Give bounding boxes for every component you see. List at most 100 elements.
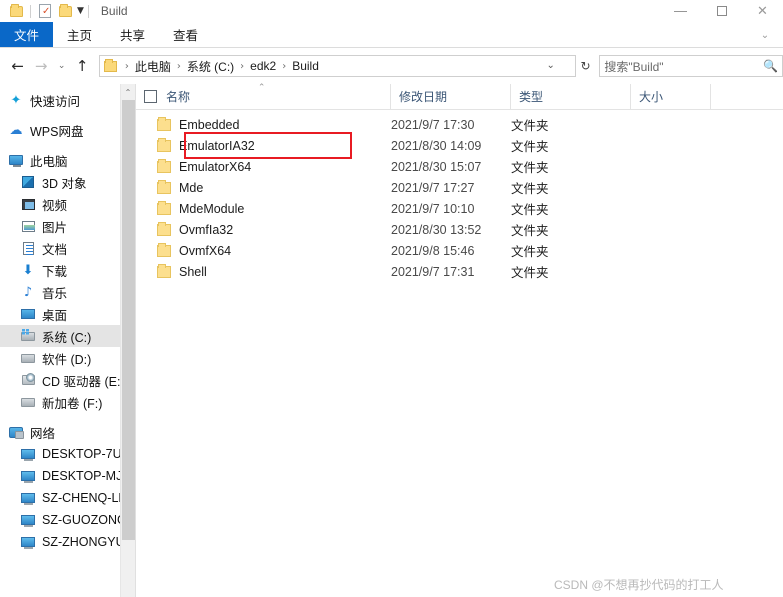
column-header-size[interactable]: 大小 — [631, 84, 711, 109]
column-header-date-label: 修改日期 — [399, 90, 448, 104]
table-row[interactable]: MdeModule 2021/9/7 10:10 文件夹 — [136, 198, 783, 219]
breadcrumb-item-3[interactable]: Build — [291, 59, 320, 73]
address-dropdown-icon[interactable]: ⌄ — [546, 60, 554, 71]
sidebar-item-label: 下载 — [42, 264, 68, 279]
file-name-cell[interactable]: EmulatorX64 — [136, 158, 391, 174]
file-date-cell: 2021/8/30 14:09 — [391, 138, 482, 153]
table-row[interactable]: EmulatorIA32 2021/8/30 14:09 文件夹 — [136, 135, 783, 156]
maximize-button[interactable] — [701, 0, 742, 22]
sidebar-item-18[interactable]: SZ-GUOZONG- — [0, 509, 135, 531]
breadcrumb-item-1[interactable]: 系统 (C:) — [186, 58, 235, 75]
recent-locations-button[interactable]: ⌄ — [53, 54, 71, 78]
column-header-date[interactable]: 修改日期 — [391, 84, 511, 109]
table-row[interactable]: Shell 2021/9/7 17:31 文件夹 — [136, 261, 783, 282]
file-type-cell: 文件夹 — [511, 245, 549, 259]
sidebar-item-0[interactable]: ✦ 快速访问 — [0, 89, 135, 111]
table-row[interactable]: Mde 2021/9/7 17:27 文件夹 — [136, 177, 783, 198]
scrollbar-thumb[interactable] — [122, 100, 135, 540]
breadcrumb-item-0[interactable]: 此电脑 — [134, 58, 172, 75]
file-name-label: OvmfX64 — [179, 243, 232, 258]
tab-home-label: 主页 — [67, 29, 93, 43]
search-input[interactable]: 搜索"Build" 🔍 — [599, 55, 783, 77]
sidebar-item-11[interactable]: 软件 (D:) — [0, 347, 135, 369]
window-controls: — ✕ — [660, 0, 783, 22]
file-rows: Embedded 2021/9/7 17:30 文件夹 EmulatorIA32 202… — [136, 110, 783, 282]
nav-group-spacer — [0, 141, 135, 149]
sidebar-item-8[interactable]: ♪ 音乐 — [0, 281, 135, 303]
computer-icon — [18, 446, 38, 462]
column-header-type[interactable]: 类型 — [511, 84, 631, 109]
sidebar-item-3[interactable]: 3D 对象 — [0, 171, 135, 193]
tab-view[interactable]: 查看 — [159, 22, 212, 47]
file-name-cell[interactable]: EmulatorIA32 — [136, 137, 391, 153]
maximize-icon — [716, 6, 727, 16]
sidebar-item-19[interactable]: SZ-ZHONGYU — [0, 531, 135, 553]
file-type-cell: 文件夹 — [511, 182, 549, 196]
up-button[interactable]: ↑ — [70, 54, 93, 78]
refresh-button[interactable]: ↻ — [576, 55, 596, 77]
sidebar-item-label: 音乐 — [42, 286, 68, 301]
file-type-cell: 文件夹 — [511, 161, 549, 175]
file-date-cell: 2021/9/7 17:30 — [391, 117, 475, 132]
file-name-cell[interactable]: Embedded — [136, 116, 391, 132]
table-row[interactable]: Embedded 2021/9/7 17:30 文件夹 — [136, 114, 783, 135]
file-name-cell[interactable]: Mde — [136, 179, 391, 195]
breadcrumb[interactable]: › 此电脑 › 系统 (C:) › edk2 › Build ⌄ — [98, 55, 576, 77]
tab-file[interactable]: 文件 — [0, 22, 54, 47]
file-name-label: MdeModule — [179, 201, 245, 216]
scroll-up-icon[interactable]: ⌃ — [121, 84, 135, 100]
customize-caret-icon[interactable]: ▼ — [77, 6, 84, 16]
folder-icon — [157, 200, 171, 215]
breadcrumb-separator-0: › — [124, 60, 129, 72]
new-folder-icon[interactable] — [55, 1, 75, 21]
sidebar-item-15[interactable]: DESKTOP-7UBA — [0, 443, 135, 465]
breadcrumb-item-2[interactable]: edk2 — [249, 59, 277, 73]
file-date-cell: 2021/8/30 13:52 — [391, 222, 482, 237]
sidebar-item-9[interactable]: 桌面 — [0, 303, 135, 325]
sidebar-item-label: 文档 — [42, 242, 68, 257]
back-button[interactable]: ← — [6, 54, 29, 78]
properties-icon[interactable]: ✓ — [35, 1, 55, 21]
watermark: CSDN @不想再抄代码的打工人 — [554, 578, 724, 592]
sidebar-item-17[interactable]: SZ-CHENQ-LPC — [0, 487, 135, 509]
3d-objects-icon — [18, 174, 38, 190]
search-icon[interactable]: 🔍 — [763, 59, 778, 73]
toolbar-divider — [30, 4, 31, 18]
file-date-cell: 2021/9/7 17:27 — [391, 180, 475, 195]
sidebar-item-10[interactable]: 系统 (C:) — [0, 325, 135, 347]
folder-icon — [157, 116, 171, 131]
sidebar-item-13[interactable]: 新加卷 (F:) — [0, 391, 135, 413]
table-row[interactable]: OvmfIa32 2021/8/30 13:52 文件夹 — [136, 219, 783, 240]
file-name-label: EmulatorIA32 — [179, 138, 255, 153]
sidebar-item-2[interactable]: 此电脑 — [0, 149, 135, 171]
sidebar-item-1[interactable]: ☁ WPS网盘 — [0, 119, 135, 141]
file-name-cell[interactable]: MdeModule — [136, 200, 391, 216]
sidebar-item-4[interactable]: 视频 — [0, 193, 135, 215]
tab-home[interactable]: 主页 — [53, 22, 106, 47]
sidebar-item-14[interactable]: 网络 — [0, 421, 135, 443]
navigation-scrollbar[interactable]: ⌃ — [120, 84, 135, 597]
folder-icon[interactable] — [6, 1, 26, 21]
column-header-name[interactable]: 名称 ⌃ — [136, 83, 391, 109]
table-row[interactable]: EmulatorX64 2021/8/30 15:07 文件夹 — [136, 156, 783, 177]
file-name-cell[interactable]: OvmfIa32 — [136, 221, 391, 237]
forward-button[interactable]: → — [29, 54, 52, 78]
sidebar-item-16[interactable]: DESKTOP-MJ15 — [0, 465, 135, 487]
file-date-cell: 2021/8/30 15:07 — [391, 159, 482, 174]
close-button[interactable]: ✕ — [742, 0, 783, 22]
file-name-cell[interactable]: OvmfX64 — [136, 242, 391, 258]
sidebar-item-label: 软件 (D:) — [42, 352, 92, 367]
sidebar-item-5[interactable]: 图片 — [0, 215, 135, 237]
chevron-down-icon[interactable]: ⌄ — [755, 26, 775, 44]
tab-share[interactable]: 共享 — [106, 22, 159, 47]
sidebar-item-6[interactable]: 文档 — [0, 237, 135, 259]
computer-icon — [18, 468, 38, 484]
file-type-cell: 文件夹 — [511, 266, 549, 280]
select-all-checkbox[interactable] — [144, 90, 157, 103]
table-row[interactable]: OvmfX64 2021/9/8 15:46 文件夹 — [136, 240, 783, 261]
minimize-button[interactable]: — — [660, 0, 701, 22]
sidebar-item-12[interactable]: CD 驱动器 (E:) — [0, 369, 135, 391]
file-name-cell[interactable]: Shell — [136, 263, 391, 279]
sidebar-item-7[interactable]: ⬇ 下载 — [0, 259, 135, 281]
videos-icon — [18, 196, 38, 212]
